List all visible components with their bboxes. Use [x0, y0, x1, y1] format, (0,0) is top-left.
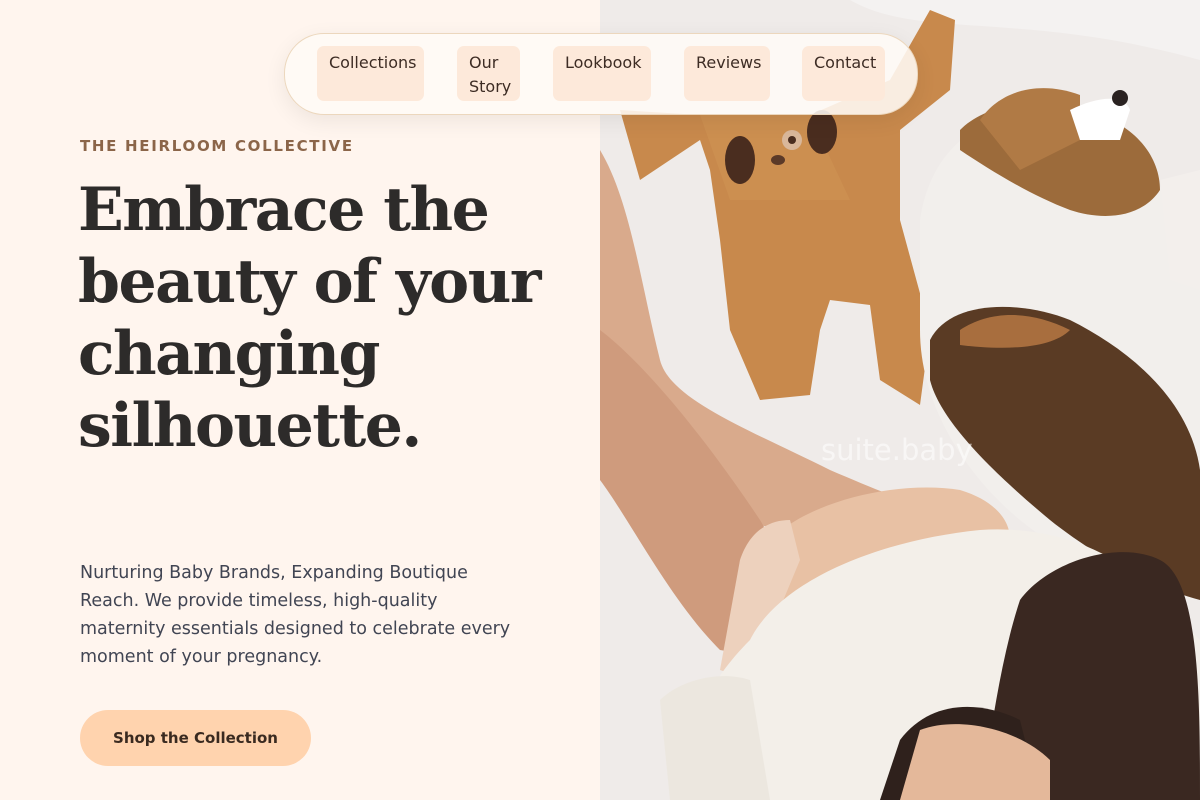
- hero-left-panel: THE HEIRLOOM COLLECTIVE Embrace the beau…: [0, 0, 600, 800]
- hero-subtext: Nurturing Baby Brands, Expanding Boutiqu…: [80, 563, 511, 667]
- nav-item-lookbook[interactable]: Lookbook: [553, 46, 651, 101]
- nav-item-contact[interactable]: Contact: [802, 46, 885, 101]
- hero-headline: Embrace the beauty of your changing silh…: [78, 175, 541, 461]
- nav-item-our-story[interactable]: Our Story: [457, 46, 520, 101]
- brand-eyebrow: THE HEIRLOOM COLLECTIVE: [80, 137, 354, 155]
- nav-item-collections[interactable]: Collections: [317, 46, 424, 101]
- hero-photo-illustration: [600, 0, 1200, 800]
- shop-collection-button[interactable]: Shop the Collection: [80, 710, 311, 766]
- main-navigation: Collections Our Story Lookbook Reviews C…: [284, 33, 918, 115]
- watermark: suite.baby: [821, 433, 973, 467]
- hero-photo: suite.baby: [600, 0, 1200, 800]
- nav-item-reviews[interactable]: Reviews: [684, 46, 770, 101]
